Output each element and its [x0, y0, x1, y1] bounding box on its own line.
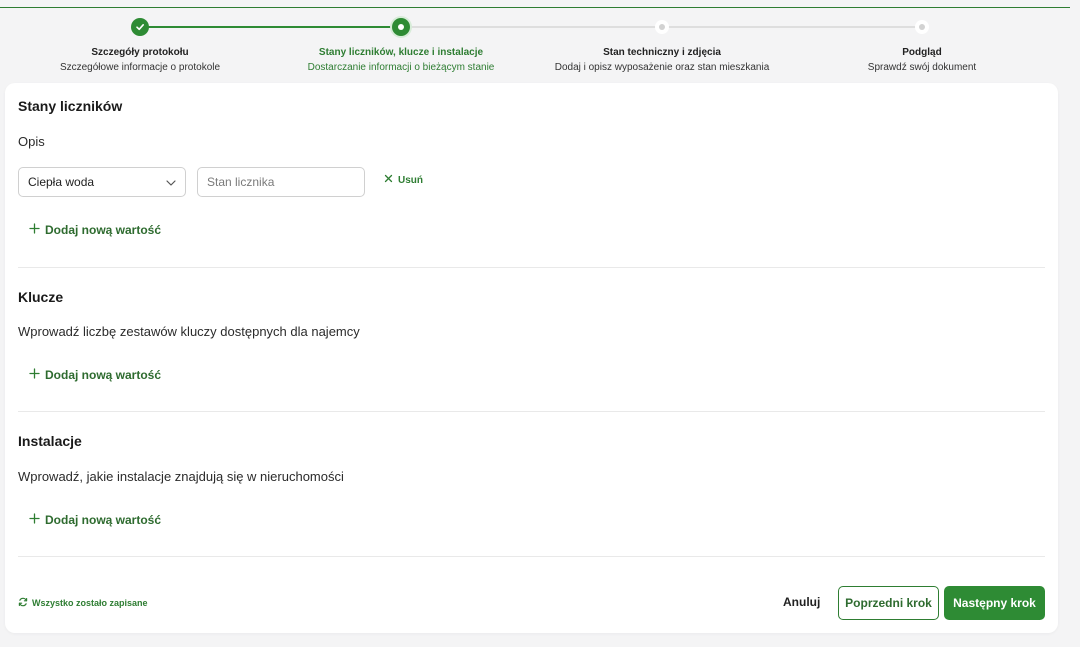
remove-label: Usuń	[398, 174, 423, 186]
step-3-subtitle: Dodaj i opisz wyposażenie oraz stan mies…	[554, 62, 770, 73]
step-2-title: Stany liczników, klucze i instalacje	[318, 47, 484, 58]
close-icon	[384, 174, 393, 186]
form-card: Stany liczników Opis Ciepła woda Usuń Do…	[5, 83, 1058, 633]
save-status-text: Wszystko zostało zapisane	[32, 598, 148, 608]
next-step-button[interactable]: Następny krok	[944, 586, 1045, 620]
previous-step-button[interactable]: Poprzedni krok	[838, 586, 939, 620]
keys-description: Wprowadź liczbę zestawów kluczy dostępny…	[18, 324, 360, 339]
installations-description: Wprowadź, jakie instalacje znajdują się …	[18, 469, 344, 484]
step-4-pending-icon[interactable]	[915, 20, 929, 34]
step-3-pending-icon[interactable]	[655, 20, 669, 34]
step-2-current-icon[interactable]	[392, 18, 410, 36]
section-divider	[18, 267, 1045, 268]
plus-icon	[29, 368, 40, 382]
add-meter-label: Dodaj nową wartość	[45, 223, 162, 237]
add-meter-button[interactable]: Dodaj nową wartość	[29, 223, 161, 237]
meter-reading-input[interactable]	[197, 167, 365, 197]
step-1-subtitle: Szczegółowe informacje o protokole	[59, 62, 221, 73]
add-key-label: Dodaj nową wartość	[45, 368, 162, 382]
section-divider	[18, 556, 1045, 557]
stepper-track-completed	[140, 26, 401, 28]
section-divider	[18, 411, 1045, 412]
top-accent-line	[0, 7, 1070, 8]
step-1[interactable]: Szczegóły protokołu Szczegółowe informac…	[10, 47, 270, 74]
chevron-down-icon	[165, 177, 177, 192]
plus-icon	[29, 223, 40, 237]
step-2-subtitle: Dostarczanie informacji o bieżącym stani…	[307, 62, 495, 73]
cancel-button[interactable]: Anuluj	[783, 590, 820, 614]
step-1-title: Szczegóły protokołu	[91, 47, 189, 58]
add-installation-label: Dodaj nową wartość	[45, 513, 162, 527]
add-installation-button[interactable]: Dodaj nową wartość	[29, 513, 161, 527]
save-status: Wszystko zostało zapisane	[18, 597, 148, 609]
step-4[interactable]: Podgląd Sprawdź swój dokument	[792, 47, 1052, 74]
step-3[interactable]: Stan techniczny i zdjęcia Dodaj i opisz …	[532, 47, 792, 74]
keys-title: Klucze	[18, 289, 64, 305]
add-key-button[interactable]: Dodaj nową wartość	[29, 368, 161, 382]
step-4-subtitle: Sprawdź swój dokument	[867, 62, 977, 73]
meters-title: Stany liczników	[18, 98, 123, 114]
step-4-title: Podgląd	[902, 47, 942, 58]
step-1-check-icon[interactable]	[131, 18, 149, 36]
remove-meter-button[interactable]: Usuń	[384, 174, 423, 186]
meter-type-select[interactable]: Ciepła woda	[18, 167, 186, 197]
meters-description: Opis	[18, 134, 45, 149]
progress-stepper: Szczegóły protokołu Szczegółowe informac…	[0, 14, 1080, 76]
meter-type-value: Ciepła woda	[28, 175, 95, 189]
plus-icon	[29, 513, 40, 527]
step-2[interactable]: Stany liczników, klucze i instalacje Dos…	[271, 47, 531, 74]
installations-title: Instalacje	[18, 433, 82, 449]
refresh-icon	[18, 597, 28, 609]
step-3-title: Stan techniczny i zdjęcia	[603, 47, 721, 58]
